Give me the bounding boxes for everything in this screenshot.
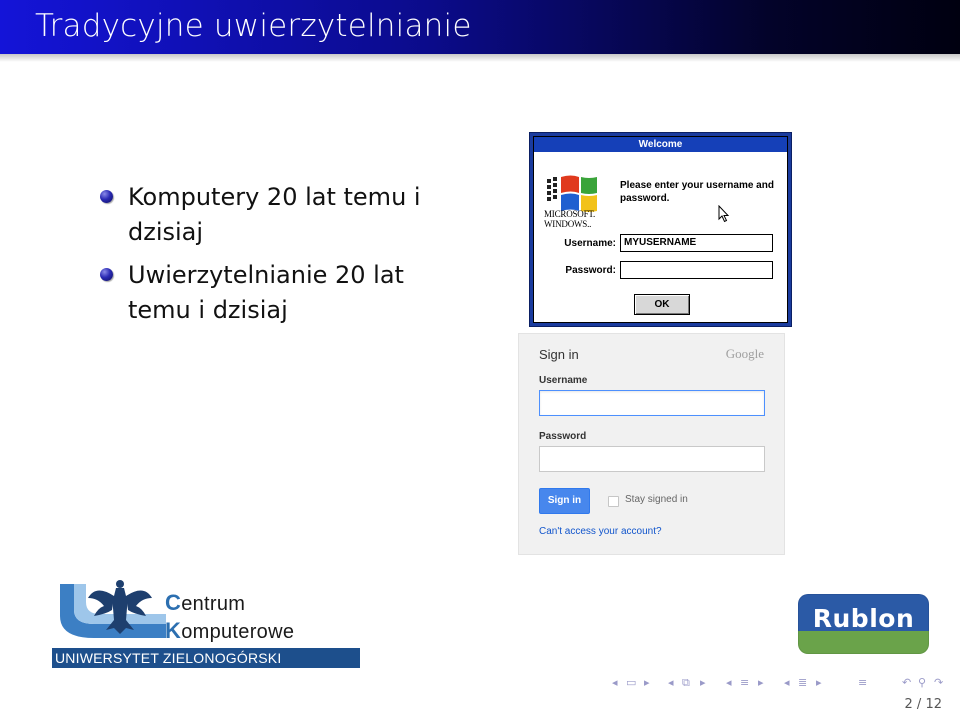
nav-left-arrow-icon[interactable]: ◂ (726, 676, 732, 689)
google-signin-button[interactable]: Sign in (539, 488, 590, 514)
search-icon[interactable]: ⚲ (918, 676, 926, 689)
bullet-text: Komputery 20 lat temu i dzisiaj (128, 183, 421, 246)
nav-document-icon[interactable]: ≣ (798, 676, 807, 689)
google-username-input[interactable] (539, 390, 765, 416)
university-name: UNIWERSYTET ZIELONOGÓRSKI (52, 648, 360, 668)
mouse-cursor-icon (718, 205, 730, 223)
rublon-logo-text: Rublon (812, 604, 915, 633)
nav-left-arrow-icon[interactable]: ◂ (612, 676, 618, 689)
ck-name-line1: Centrum (165, 590, 245, 616)
ck-name-line2: Komputerowe (165, 618, 294, 644)
windows-brand-line: MICROSOFT. (544, 209, 596, 219)
stay-signed-in-label: Stay signed in (625, 494, 688, 505)
windows-brand-line: WINDOWS.. (544, 219, 592, 229)
windows-dialog-titlebar: Welcome (534, 137, 787, 152)
bullet-icon (100, 190, 113, 203)
nav-left-arrow-icon[interactable]: ◂ (784, 676, 790, 689)
nav-right-arrow-icon[interactable]: ▸ (816, 676, 822, 689)
google-password-input[interactable] (539, 446, 765, 472)
nav-frame-icon[interactable]: ▭ (626, 676, 636, 689)
bullet-list: Komputery 20 lat temu i dzisiaj Uwierzyt… (100, 180, 460, 336)
nav-right-arrow-icon[interactable]: ▸ (644, 676, 650, 689)
username-label: Username: (564, 238, 616, 249)
nav-outline-icon[interactable]: ≡ (858, 676, 867, 689)
nav-right-arrow-icon[interactable]: ▸ (758, 676, 764, 689)
ck-word: entrum (181, 593, 246, 615)
slide-title: Tradycyjne uwierzytelnianie (35, 8, 472, 44)
ck-initial: C (165, 590, 182, 615)
nav-left-arrow-icon[interactable]: ◂ (668, 676, 674, 689)
windows-dialog-body: Welcome MICROSOFT. WINDOWS.. Please ente (533, 136, 788, 323)
google-password-label: Password (539, 431, 587, 442)
windows-username-input[interactable]: MYUSERNAME (620, 234, 773, 252)
google-signin-panel: Sign in Google Username Password Sign in… (518, 333, 785, 555)
google-username-label: Username (539, 375, 588, 386)
ck-initial: K (165, 618, 182, 643)
nav-section-icon[interactable]: ≡ (740, 676, 749, 689)
bullet-item: Komputery 20 lat temu i dzisiaj (100, 180, 460, 250)
nav-redo-icon[interactable]: ↷ (934, 676, 943, 689)
eagle-emblem-icon (60, 580, 166, 638)
bullet-item: Uwierzytelnianie 20 lat temu i dzisiaj (100, 258, 460, 328)
centrum-komputerowe-logo: Centrum Komputerowe UNIWERSYTET ZIELONOG… (52, 576, 362, 670)
nav-undo-icon[interactable]: ↶ (902, 676, 911, 689)
windows-brand: MICROSOFT. WINDOWS.. (544, 209, 595, 229)
windows-login-prompt: Please enter your username and password. (620, 180, 774, 204)
rublon-logo: Rublon (798, 594, 929, 654)
ck-word: omputerowe (181, 621, 295, 643)
google-logo: Google (725, 346, 764, 361)
slide-header: Tradycyjne uwierzytelnianie (0, 0, 960, 54)
password-label: Password: (565, 265, 616, 276)
header-shadow (0, 54, 960, 62)
windows-login-dialog: Welcome MICROSOFT. WINDOWS.. Please ente (529, 132, 792, 327)
page-number: 2 / 12 (904, 697, 942, 712)
nav-right-arrow-icon[interactable]: ▸ (700, 676, 706, 689)
cant-access-account-link[interactable]: Can't access your account? (539, 526, 662, 537)
beamer-navigation: ◂ ▭ ▸ ◂ ⧉ ▸ ◂ ≡ ▸ ◂ ≣ ▸ ≡ ↶ ⚲ ↷ (612, 676, 952, 692)
bullet-icon (100, 268, 113, 281)
nav-subsection-icon[interactable]: ⧉ (682, 676, 690, 690)
windows-password-input[interactable] (620, 261, 773, 279)
google-signin-title: Sign in (539, 347, 579, 362)
ok-button[interactable]: OK (634, 294, 690, 315)
stay-signed-in-checkbox[interactable] (608, 496, 619, 507)
bullet-text: Uwierzytelnianie 20 lat temu i dzisiaj (128, 261, 404, 324)
